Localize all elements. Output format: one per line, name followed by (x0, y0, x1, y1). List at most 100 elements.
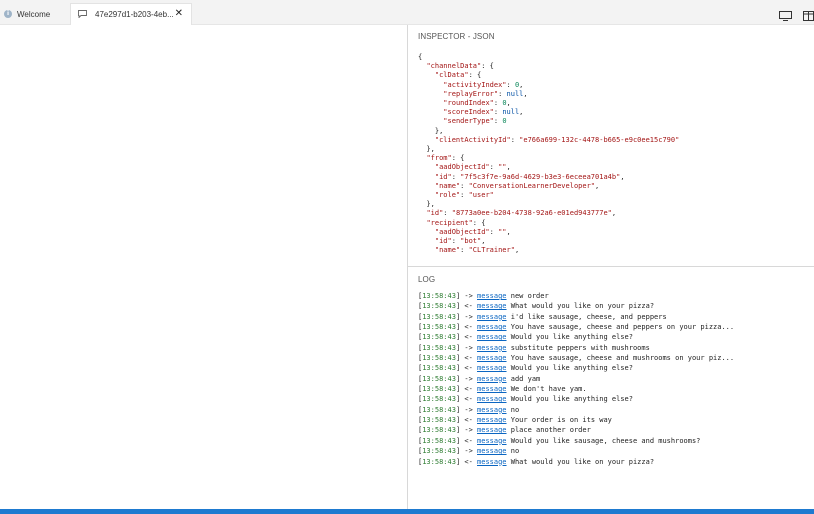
json-line: "name": "CLTrainer", (434, 246, 520, 255)
log-timestamp: [13:58:43] (418, 323, 461, 332)
log-timestamp: [13:58:43] (418, 416, 461, 425)
json-line: { (418, 53, 423, 61)
log-timestamp: [13:58:43] (418, 385, 461, 394)
status-bar (0, 509, 814, 514)
log-text: Would you like sausage, cheese and mushr… (506, 436, 701, 445)
log-timestamp: [13:58:43] (418, 302, 461, 311)
log-timestamp: [13:58:43] (418, 405, 461, 414)
log-entry: [13:58:43] -> message no (418, 405, 734, 415)
log-entry: [13:58:43] <- message What would you lik… (418, 301, 734, 311)
monitor-icon[interactable] (779, 8, 792, 26)
log-list: [13:58:43] -> message new order [13:58:43… (418, 291, 734, 467)
log-direction: <- (460, 457, 478, 466)
log-timestamp: [13:58:43] (418, 364, 461, 373)
chat-pane[interactable] (0, 25, 407, 509)
message-link[interactable]: message (477, 292, 507, 300)
json-line: "id": "bot", (434, 237, 486, 246)
json-line: }, (418, 200, 435, 209)
log-direction: <- (460, 416, 478, 425)
log-text: substitute peppers with mushrooms (506, 343, 650, 352)
json-line: "aadObjectId": "", (434, 227, 511, 236)
log-entry: [13:58:43] <- message Would you like any… (418, 332, 734, 342)
message-link[interactable]: message (477, 406, 507, 414)
message-link[interactable]: message (477, 458, 507, 466)
log-text: Would you like anything else? (506, 333, 633, 342)
log-text: What would you like on your pizza? (506, 457, 655, 466)
log-direction: -> (460, 292, 478, 300)
log-direction: <- (460, 385, 478, 394)
log-direction: -> (460, 343, 478, 352)
log-timestamp: [13:58:43] (418, 333, 461, 342)
message-link[interactable]: message (477, 375, 507, 383)
log-direction: <- (460, 395, 478, 404)
log-text: new order (506, 292, 549, 300)
log-entry: [13:58:43] <- message Your order is on i… (418, 415, 734, 425)
json-line: }, (418, 126, 444, 135)
json-line: "name": "ConversationLearnerDeveloper", (434, 181, 600, 190)
log-text: We don't have yam. (506, 385, 587, 394)
message-link[interactable]: message (477, 354, 507, 362)
json-line: "scoreIndex": null, (443, 108, 524, 117)
log-entry: [13:58:43] -> message i'd like sausage, … (418, 312, 734, 322)
log-timestamp: [13:58:43] (418, 436, 461, 445)
message-link[interactable]: message (477, 344, 507, 352)
log-entry: [13:58:43] -> message substitute peppers… (418, 343, 734, 353)
json-line: "channelData": { (426, 62, 494, 71)
json-line: "recipient": { (426, 218, 486, 227)
message-link[interactable]: message (477, 302, 507, 310)
message-link[interactable]: message (477, 416, 507, 424)
log-text: no (506, 405, 520, 414)
log-text: What would you like on your pizza? (506, 302, 655, 311)
log-entry: [13:58:43] -> message new order (418, 291, 734, 301)
log-direction: <- (460, 364, 478, 373)
log-title: LOG (418, 275, 436, 284)
json-line: "id": "8773a0ee-b204-4738-92a6-e01ed9437… (426, 209, 617, 218)
log-text: You have sausage, cheese and peppers on … (506, 323, 735, 332)
log-direction: <- (460, 302, 478, 311)
split-layout-icon[interactable] (803, 8, 814, 26)
log-direction: -> (460, 447, 478, 456)
log-timestamp: [13:58:43] (418, 354, 461, 363)
log-text: Would you like anything else? (506, 364, 633, 373)
inspector-pane: INSPECTOR - JSON { "channelData": { "clD… (408, 25, 814, 266)
message-link[interactable]: message (477, 323, 507, 331)
json-line: "activityIndex": 0, (443, 80, 524, 89)
log-entry: [13:58:43] -> message no (418, 446, 734, 456)
log-entry: [13:58:43] <- message What would you lik… (418, 457, 734, 467)
log-direction: <- (460, 323, 478, 332)
log-timestamp: [13:58:43] (418, 374, 461, 383)
tab-bar: i Welcome 47e297d1-b203-4eb... ✕ (0, 0, 814, 25)
log-entry: [13:58:43] <- message You have sausage, … (418, 322, 734, 332)
log-entry: [13:58:43] -> message place another orde… (418, 425, 734, 435)
log-timestamp: [13:58:43] (418, 312, 461, 321)
message-link[interactable]: message (477, 437, 507, 445)
tab-conversation[interactable]: 47e297d1-b203-4eb... ✕ (70, 3, 192, 25)
log-entry: [13:58:43] <- message You have sausage, … (418, 353, 734, 363)
message-link[interactable]: message (477, 364, 507, 372)
log-text: You have sausage, cheese and mushrooms o… (506, 354, 735, 363)
json-view[interactable]: { "channelData": { "clData": { "activity… (418, 53, 679, 255)
log-timestamp: [13:58:43] (418, 457, 461, 466)
message-link[interactable]: message (477, 395, 507, 403)
close-icon[interactable]: ✕ (175, 8, 183, 20)
log-entry: [13:58:43] <- message Would you like any… (418, 394, 734, 404)
message-link[interactable]: message (477, 313, 507, 321)
log-direction: -> (460, 312, 478, 321)
json-line: "from": { (426, 154, 465, 163)
chat-icon (78, 9, 88, 20)
message-link[interactable]: message (477, 426, 507, 434)
log-timestamp: [13:58:43] (418, 395, 461, 404)
log-text: Your order is on its way (506, 416, 612, 425)
json-line: }, (418, 145, 435, 154)
json-line: "clientActivityId": "e766a699-132c-4478-… (434, 135, 680, 144)
message-link[interactable]: message (477, 333, 507, 341)
message-link[interactable]: message (477, 385, 507, 393)
log-entry: [13:58:43] <- message Would you like any… (418, 363, 734, 373)
message-link[interactable]: message (477, 447, 507, 455)
tab-welcome-label: Welcome (17, 9, 51, 19)
tab-welcome[interactable]: i Welcome (0, 3, 68, 25)
json-line: "senderType": 0 (443, 117, 507, 126)
json-line: "replayError": null, (443, 89, 528, 98)
log-entry: [13:58:43] <- message Would you like sau… (418, 436, 734, 446)
log-text: no (506, 447, 520, 456)
